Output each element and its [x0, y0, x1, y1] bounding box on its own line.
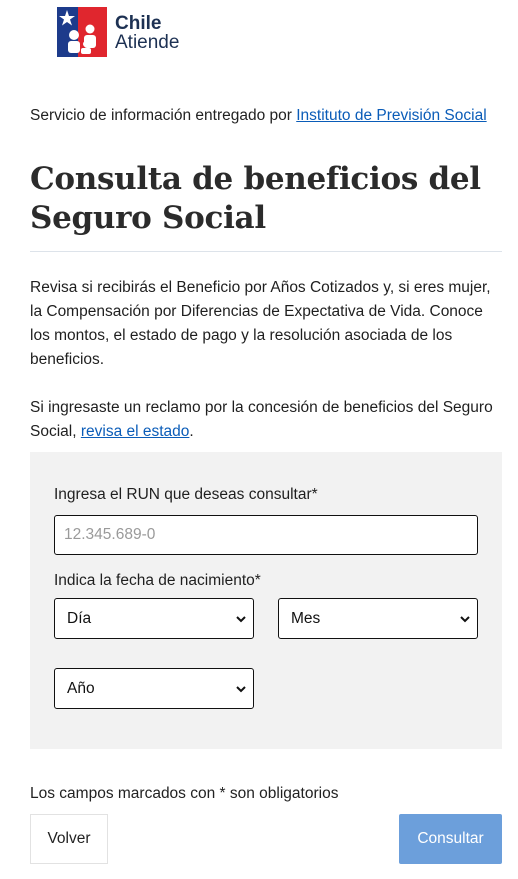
title-divider — [30, 251, 502, 252]
consult-form: Ingresa el RUN que deseas consultar* Ind… — [30, 452, 502, 749]
chevron-down-icon — [236, 615, 246, 622]
provider-notice: Servicio de información entregado por In… — [30, 104, 500, 128]
run-input[interactable] — [54, 515, 478, 555]
run-label: Ingresa el RUN que deseas consultar* — [54, 486, 318, 503]
chileatiende-logo-icon — [57, 7, 107, 57]
chileatiende-logo[interactable]: Chile Atiende — [57, 7, 179, 57]
day-select-value: Día — [67, 609, 92, 627]
required-fields-note: Los campos marcados con * son obligatori… — [30, 785, 339, 802]
provider-prefix: Servicio de información entregado por — [30, 107, 297, 124]
claim-status-link[interactable]: revisa el estado — [81, 423, 190, 440]
submit-button[interactable]: Consultar — [399, 814, 502, 864]
month-select-value: Mes — [291, 609, 321, 627]
claim-text: Si ingresaste un reclamo por la concesió… — [30, 396, 500, 444]
year-select[interactable]: Año — [54, 668, 254, 709]
chevron-down-icon — [460, 615, 470, 622]
intro-text: Revisa si recibirás el Beneficio por Año… — [30, 279, 491, 368]
provider-link[interactable]: Instituto de Previsión Social — [296, 107, 486, 124]
brand-line1: Chile — [115, 13, 162, 34]
month-select[interactable]: Mes — [278, 598, 478, 639]
year-select-value: Año — [67, 679, 95, 697]
birthdate-label: Indica la fecha de nacimiento* — [54, 572, 261, 589]
day-select[interactable]: Día — [54, 598, 254, 639]
brand-text: Chile Atiende — [115, 14, 179, 52]
back-button[interactable]: Volver — [30, 814, 108, 864]
claim-suffix: . — [189, 423, 194, 440]
chevron-down-icon — [236, 685, 246, 692]
page-title: Consulta de beneficios del Seguro Social — [30, 161, 481, 236]
brand-line2: Atiende — [115, 32, 180, 53]
